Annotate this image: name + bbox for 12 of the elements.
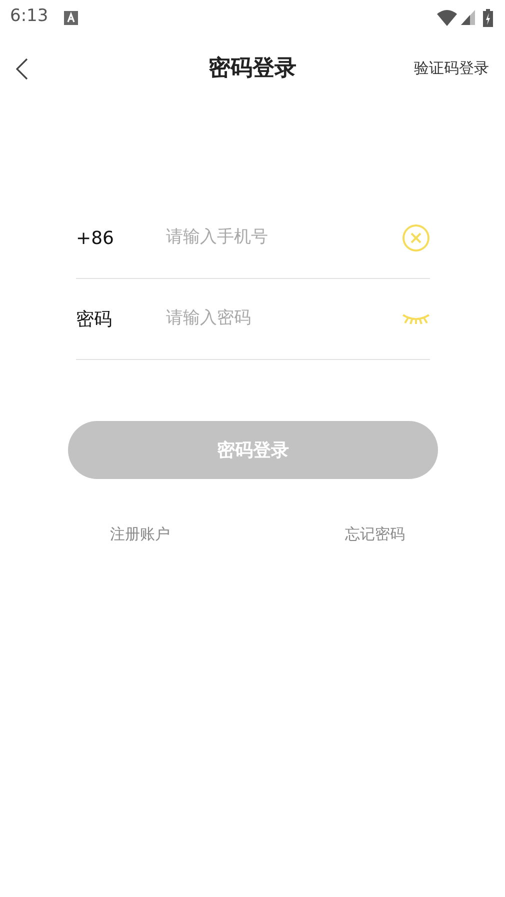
status-time: 6:13 xyxy=(10,5,48,28)
field-label: 密码 xyxy=(76,308,113,332)
back-button[interactable] xyxy=(16,56,28,80)
forgot-password-link[interactable]: 忘记密码 xyxy=(345,523,405,546)
page-title: 密码登录 xyxy=(208,54,296,82)
closed-eye-icon[interactable] xyxy=(402,313,430,325)
phone-field[interactable]: 请输入手机号 xyxy=(164,224,402,252)
clear-icon[interactable] xyxy=(402,224,430,252)
password-field[interactable]: 请输入密码 xyxy=(164,305,402,333)
country-code: +86 xyxy=(76,226,115,250)
sms-login-link[interactable]: 验证码登录 xyxy=(414,56,489,80)
register-link[interactable]: 注册账户 xyxy=(110,523,170,546)
